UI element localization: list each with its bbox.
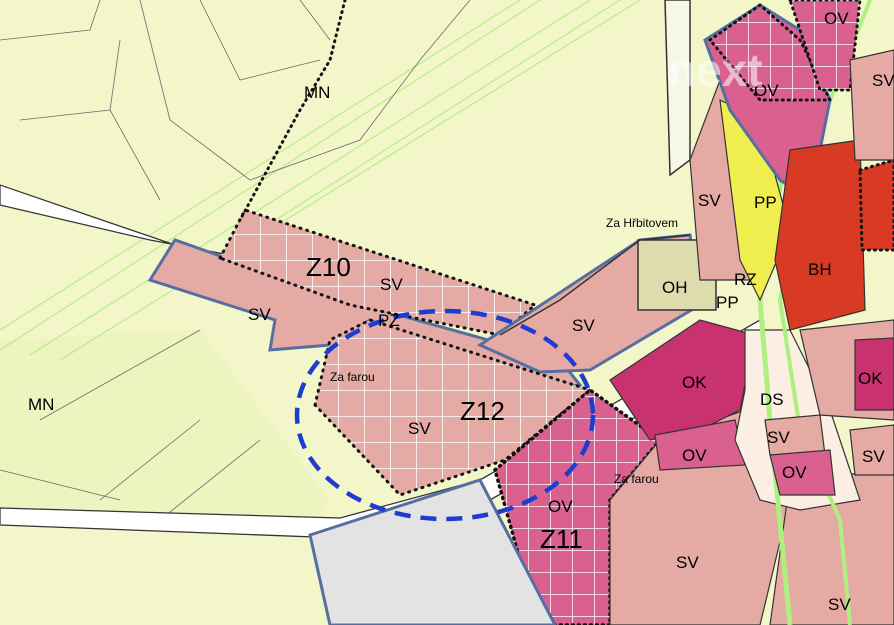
area-bh [774, 139, 866, 331]
zone-label: SV [380, 275, 403, 294]
zone-label: OV [824, 9, 849, 28]
zone-label: OV [782, 463, 807, 482]
zone-label: OK [858, 369, 883, 388]
zone-label: PZ [378, 311, 400, 330]
zone-label: SV [698, 191, 721, 210]
zone-label: SV [872, 71, 894, 90]
zone-label: SV [767, 428, 790, 447]
zone-label: SV [248, 305, 271, 324]
area-bh-right [858, 158, 894, 252]
zone-label: PP [754, 193, 777, 212]
zone-label: Z10 [306, 252, 351, 282]
zoning-map: OV OV SV SV PP Z10 SV SV OH PP RZ BH SV … [0, 0, 894, 625]
zone-label: OH [662, 278, 688, 297]
watermark-text: next [668, 44, 763, 96]
zone-label: DS [760, 390, 784, 409]
zone-label: Z12 [460, 396, 505, 426]
zone-label: SV [572, 316, 595, 335]
zone-label: SV [408, 419, 431, 438]
watermark-logo: next [668, 44, 763, 96]
zone-label: OK [682, 373, 707, 392]
zone-label: SV [862, 447, 885, 466]
zone-label: PP [716, 293, 739, 312]
street-label: Za Hřbitovem [606, 216, 678, 230]
street-label: Za farou [614, 472, 659, 486]
zone-label: RZ [734, 270, 757, 289]
zone-label: BH [808, 260, 832, 279]
zone-label: MN [304, 83, 330, 102]
zone-label: OV [682, 446, 707, 465]
zone-label: Z11 [540, 524, 583, 554]
zone-label: SV [828, 595, 851, 614]
zone-label: OV [548, 497, 573, 516]
street-label: Za farou [330, 370, 375, 384]
zone-label: MN [28, 395, 54, 414]
zone-label: SV [676, 553, 699, 572]
area-sv-edge-top [849, 49, 894, 161]
